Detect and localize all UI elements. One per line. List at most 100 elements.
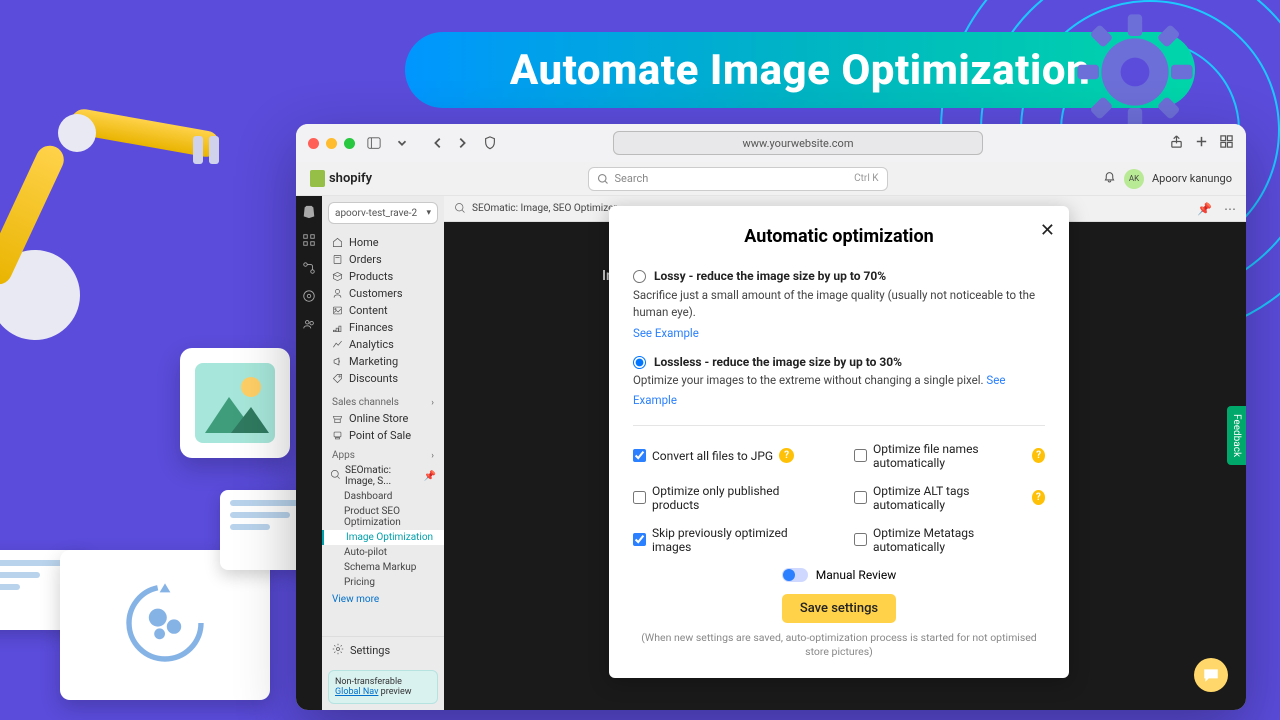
back-button[interactable] — [429, 134, 447, 152]
products-icon — [332, 271, 343, 282]
target-icon[interactable] — [302, 288, 316, 302]
user-name[interactable]: Apoorv kanungo — [1152, 172, 1232, 185]
monitor-illustration — [0, 460, 340, 720]
app-icon — [330, 469, 341, 483]
view-more-link[interactable]: View more — [322, 590, 444, 609]
manual-review-toggle-row[interactable]: Manual Review — [633, 568, 1045, 582]
pin-icon[interactable]: 📌 — [1197, 202, 1212, 216]
flow-icon[interactable] — [302, 260, 316, 274]
sidebar-item-settings[interactable]: Settings — [322, 636, 444, 664]
global-nav-link[interactable]: Global Nav — [335, 687, 378, 697]
apps-heading[interactable]: Apps› — [322, 444, 444, 463]
check-published-only[interactable]: Optimize only published products — [633, 484, 824, 512]
lossless-desc: Optimize your images to the extreme with… — [633, 373, 1005, 407]
save-settings-button[interactable]: Save settings — [782, 594, 896, 623]
sales-channels-heading[interactable]: Sales channels› — [322, 391, 444, 410]
privacy-shield-icon[interactable] — [481, 134, 499, 152]
home-icon — [332, 237, 343, 248]
auto-optimization-modal: ✕ Automatic optimization Lossy - reduce … — [609, 206, 1069, 678]
lossless-option[interactable]: Lossless - reduce the image size by up t… — [633, 355, 1045, 408]
sidebar-item-online-store[interactable]: Online Store — [322, 410, 444, 427]
app-page-schema[interactable]: Schema Markup — [322, 560, 444, 575]
sidebar-item-customers[interactable]: Customers — [322, 285, 444, 302]
sidebar-item-home[interactable]: Home — [322, 234, 444, 251]
sidebar-item-content[interactable]: Content — [322, 302, 444, 319]
lossless-radio[interactable] — [633, 356, 646, 369]
pin-icon[interactable]: 📌 — [424, 471, 436, 482]
close-icon[interactable]: ✕ — [1040, 220, 1055, 241]
gear-icon — [1075, 12, 1195, 132]
chevron-down-icon[interactable] — [393, 134, 411, 152]
store-icon — [332, 413, 343, 424]
app-page-autopilot[interactable]: Auto-pilot — [322, 545, 444, 560]
sidebar-item-analytics[interactable]: Analytics — [322, 336, 444, 353]
address-bar[interactable]: www.yourwebsite.com — [613, 131, 983, 155]
forward-button[interactable] — [453, 134, 471, 152]
help-icon[interactable]: ? — [779, 448, 794, 463]
lossy-option[interactable]: Lossy - reduce the image size by up to 7… — [633, 269, 1045, 341]
modal-title: Automatic optimization — [633, 226, 1045, 247]
lossy-radio[interactable] — [633, 270, 646, 283]
avatar[interactable]: AK — [1124, 169, 1144, 189]
shopify-glyph-icon[interactable] — [302, 204, 316, 218]
grid-icon[interactable] — [302, 232, 316, 246]
admin-thin-sidebar — [296, 196, 322, 710]
chat-bubble-icon[interactable] — [1194, 658, 1228, 692]
app-page-pricing[interactable]: Pricing — [322, 575, 444, 590]
close-window-icon[interactable] — [308, 138, 319, 149]
help-icon[interactable]: ? — [1032, 490, 1045, 505]
search-icon — [597, 173, 609, 185]
app-page-image-optimization[interactable]: Image Optimization — [322, 530, 444, 545]
search-shortcut: Ctrl K — [854, 173, 878, 184]
feedback-tab[interactable]: Feedback — [1227, 406, 1246, 465]
pos-icon — [332, 430, 343, 441]
traffic-lights[interactable] — [308, 138, 355, 149]
app-page-dashboard[interactable]: Dashboard — [322, 489, 444, 504]
search-input[interactable]: Search Ctrl K — [588, 167, 888, 191]
sidebar-item-finances[interactable]: Finances — [322, 319, 444, 336]
check-metatags[interactable]: Optimize Metatags automatically — [854, 526, 1045, 554]
share-icon[interactable] — [1169, 134, 1184, 153]
check-filenames[interactable]: Optimize file names automatically ? — [854, 442, 1045, 470]
help-icon[interactable]: ? — [1032, 448, 1045, 463]
sidebar-app-seomatic[interactable]: SEOmatic: Image, S... 📌 — [322, 463, 444, 489]
chevron-down-icon: ▾ — [426, 208, 431, 218]
check-skip-previous[interactable]: Skip previously optimized images — [633, 526, 824, 554]
modal-note: (When new settings are saved, auto-optim… — [633, 631, 1045, 660]
toggle-switch[interactable] — [782, 568, 808, 582]
notifications-bell-icon[interactable] — [1103, 171, 1116, 187]
minimize-window-icon[interactable] — [326, 138, 337, 149]
people-icon[interactable] — [302, 316, 316, 330]
shopify-logo[interactable]: shopify — [310, 170, 372, 187]
finances-icon — [332, 322, 343, 333]
divider — [633, 425, 1045, 426]
sidebar-toggle-icon[interactable] — [365, 134, 383, 152]
new-tab-icon[interactable] — [1194, 134, 1209, 153]
gear-icon — [332, 643, 344, 658]
sidebar-item-marketing[interactable]: Marketing — [322, 353, 444, 370]
app-main-area: SEOmatic: Image, SEO Optimizer 📌 ⋯ Image… — [444, 196, 1246, 710]
analytics-icon — [332, 339, 343, 350]
content-icon — [332, 305, 343, 316]
app-page-product-seo[interactable]: Product SEO Optimization — [322, 504, 444, 530]
check-convert-jpg[interactable]: Convert all files to JPG ? — [633, 442, 824, 470]
maximize-window-icon[interactable] — [344, 138, 355, 149]
admin-sidebar: apoorv-test_rave-2 ▾ Home Orders Product… — [322, 196, 444, 710]
sidebar-item-discounts[interactable]: Discounts — [322, 370, 444, 387]
lossy-see-example-link[interactable]: See Example — [633, 326, 699, 340]
sidebar-item-orders[interactable]: Orders — [322, 251, 444, 268]
check-alt-tags[interactable]: Optimize ALT tags automatically ? — [854, 484, 1045, 512]
marketing-icon — [332, 356, 343, 367]
sidebar-item-products[interactable]: Products — [322, 268, 444, 285]
more-icon[interactable]: ⋯ — [1224, 202, 1236, 216]
chevron-right-icon: › — [431, 398, 434, 408]
tab-grid-icon[interactable] — [1219, 134, 1234, 153]
app-magnifier-icon — [454, 199, 466, 218]
store-selector[interactable]: apoorv-test_rave-2 ▾ — [328, 202, 438, 224]
held-image-placeholder — [180, 348, 290, 458]
shopify-top-bar: shopify Search Ctrl K AK Apoorv kanungo — [296, 162, 1246, 196]
customers-icon — [332, 288, 343, 299]
headline-text: Automate Image Optimization — [510, 46, 1090, 95]
sidebar-item-point-of-sale[interactable]: Point of Sale — [322, 427, 444, 444]
global-nav-preview-box: Non-transferable Global Nav preview — [328, 670, 438, 704]
